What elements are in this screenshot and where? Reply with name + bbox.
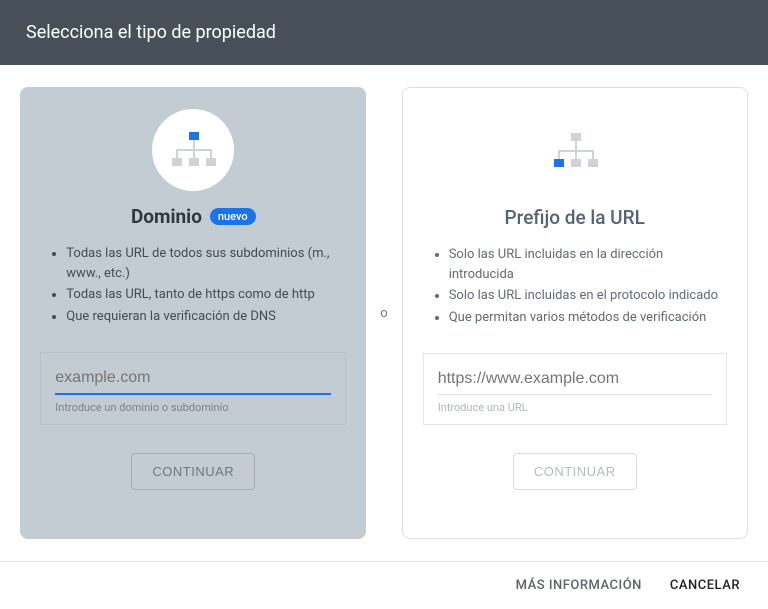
url-prefix-bullet: Que permitan varios métodos de verificac… [449,308,727,328]
url-prefix-title-row: Prefijo de la URL [505,206,645,229]
sitemap-domain-icon [169,130,217,170]
url-prefix-bullets: Solo las URL incluidas en la dirección i… [423,245,727,329]
domain-input[interactable] [55,369,331,395]
dialog-title: Selecciona el tipo de propiedad [26,22,276,43]
card-domain[interactable]: Dominio nuevo Todas las URL de todos sus… [20,87,366,539]
domain-bullet: Que requieran la verificación de DNS [66,307,346,327]
domain-bullets: Todas las URL de todos sus subdominios (… [40,244,346,328]
domain-continue-button[interactable]: CONTINUAR [131,453,255,490]
sitemap-urlprefix-icon [551,131,599,171]
domain-input-area: Introduce un dominio o subdominio [40,352,346,425]
url-prefix-title: Prefijo de la URL [505,206,645,229]
more-info-link[interactable]: MÁS INFORMACIÓN [516,578,642,593]
url-prefix-continue-button[interactable]: CONTINUAR [513,453,637,490]
dialog-footer: MÁS INFORMACIÓN CANCELAR [0,561,768,609]
domain-input-helper: Introduce un dominio o subdominio [55,401,331,414]
domain-icon-circle [152,109,234,191]
new-badge: nuevo [210,208,256,225]
url-prefix-input[interactable] [438,370,712,395]
dialog-content: Dominio nuevo Todas las URL de todos sus… [0,65,768,561]
url-prefix-input-area: Introduce una URL [423,353,727,425]
url-prefix-bullet: Solo las URL incluidas en la dirección i… [449,245,727,284]
domain-bullet: Todas las URL, tanto de https como de ht… [66,285,346,305]
url-prefix-icon-circle [534,110,616,192]
cancel-button[interactable]: CANCELAR [670,578,740,593]
domain-title-row: Dominio nuevo [131,205,256,228]
dialog-header: Selecciona el tipo de propiedad [0,0,768,65]
domain-bullet: Todas las URL de todos sus subdominios (… [66,244,346,283]
domain-title: Dominio [131,205,202,228]
url-prefix-input-helper: Introduce una URL [438,401,712,414]
card-url-prefix[interactable]: Prefijo de la URL Solo las URL incluidas… [402,87,748,539]
or-separator: o [380,306,387,321]
url-prefix-bullet: Solo las URL incluidas en el protocolo i… [449,286,727,306]
